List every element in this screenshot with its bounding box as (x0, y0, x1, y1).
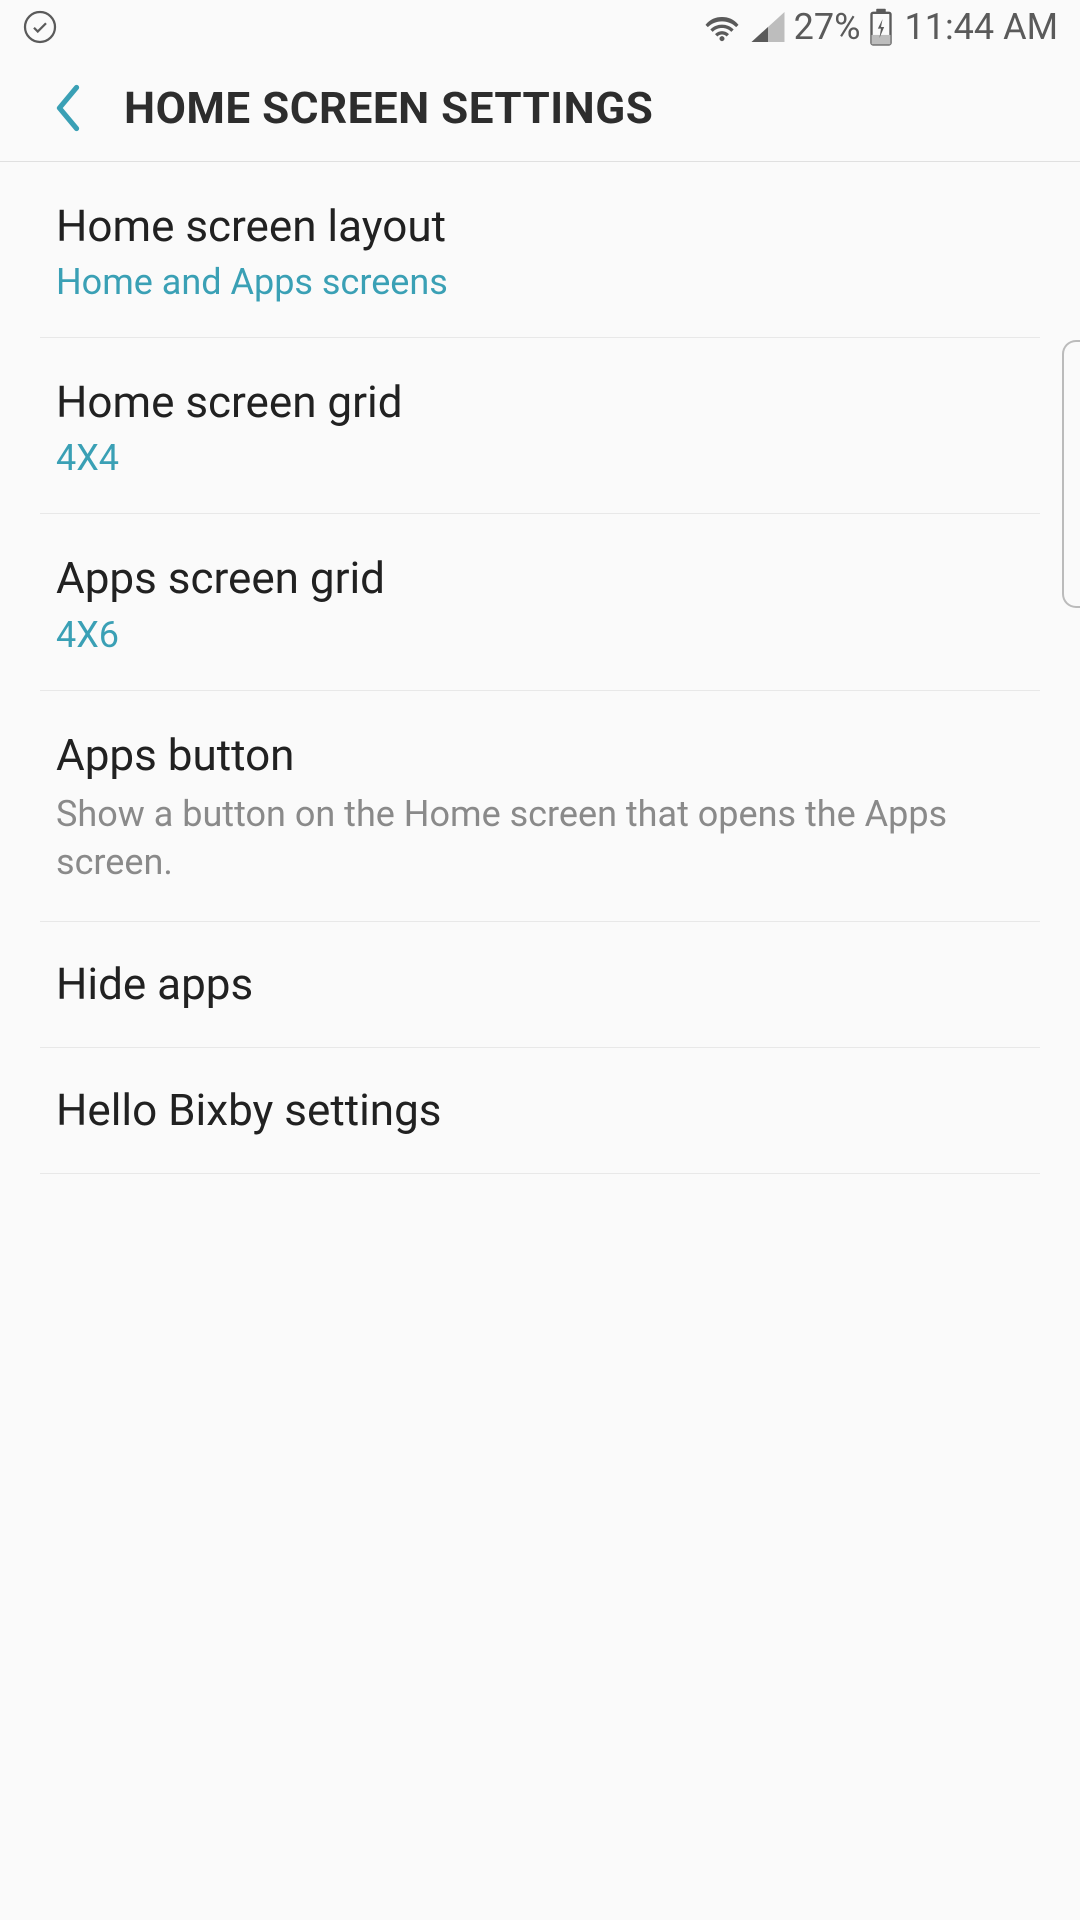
clock: 11:44 AM (905, 6, 1059, 48)
status-left (22, 9, 58, 45)
checkmark-circle-icon (22, 9, 58, 45)
page-title: HOME SCREEN SETTINGS (124, 82, 653, 134)
battery-charging-icon (869, 8, 893, 46)
setting-home-screen-grid[interactable]: Home screen grid 4X4 (40, 338, 1040, 514)
setting-apps-screen-grid[interactable]: Apps screen grid 4X6 (40, 514, 1040, 690)
wifi-icon (702, 10, 742, 44)
setting-title: Hello Bixby settings (56, 1082, 1024, 1139)
setting-title: Home screen layout (56, 198, 1024, 255)
setting-title: Apps button (56, 727, 1024, 784)
setting-home-screen-layout[interactable]: Home screen layout Home and Apps screens (40, 162, 1040, 338)
setting-apps-button[interactable]: Apps button Show a button on the Home sc… (40, 691, 1040, 922)
setting-title: Apps screen grid (56, 550, 1024, 607)
setting-description: Show a button on the Home screen that op… (56, 790, 1024, 887)
setting-hello-bixby[interactable]: Hello Bixby settings (40, 1048, 1040, 1174)
setting-value: 4X6 (56, 614, 1024, 656)
battery-percentage: 27% (794, 6, 861, 48)
setting-value: Home and Apps screens (56, 261, 1024, 303)
setting-value: 4X4 (56, 437, 1024, 479)
setting-hide-apps[interactable]: Hide apps (40, 922, 1040, 1048)
status-bar: 27% 11:44 AM (0, 0, 1080, 54)
status-right: 27% 11:44 AM (702, 6, 1058, 48)
app-bar: HOME SCREEN SETTINGS (0, 54, 1080, 162)
setting-title: Home screen grid (56, 374, 1024, 431)
settings-list: Home screen layout Home and Apps screens… (0, 162, 1080, 1174)
signal-icon (750, 10, 786, 44)
setting-title: Hide apps (56, 956, 1024, 1013)
scroll-indicator[interactable] (1062, 340, 1080, 608)
back-button[interactable] (48, 78, 88, 138)
